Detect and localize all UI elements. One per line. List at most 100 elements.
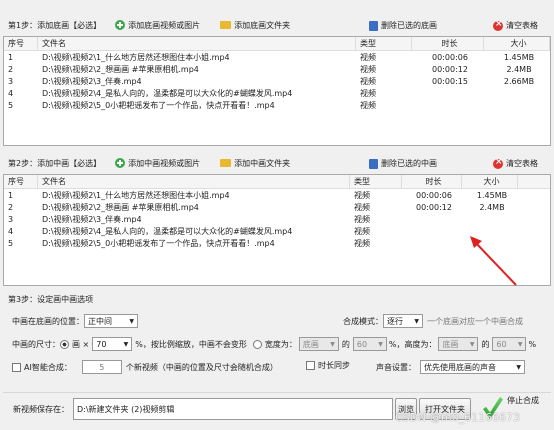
- table-row[interactable]: 1 D:\视频\视频2\1_什么地方居然还想图住本小姐.mp4 视频 00:00:06…: [4, 51, 550, 63]
- col-index[interactable]: 序号: [4, 37, 38, 50]
- col-size[interactable]: 大小: [462, 175, 518, 188]
- chevron-down-icon: ▼: [414, 317, 419, 325]
- sound-row: 声音设置： 优先使用底画的声音 ▼: [376, 360, 525, 374]
- ai-hint: 个新视频（中画的位置及尺寸会随机合成）: [125, 362, 278, 372]
- col-filename[interactable]: 文件名: [38, 175, 350, 188]
- sync-checkbox[interactable]: [306, 361, 315, 370]
- col-type[interactable]: 类型: [356, 37, 412, 50]
- size-row: 中画的尺寸： 画 × 70 ▼ %，按比例缩放，中画不会变形 宽度为： 底画 ▼ 的…: [12, 337, 536, 351]
- cell-size: 1.45MB: [476, 190, 508, 200]
- cell-no: 2: [8, 202, 14, 212]
- cell-name: D:\视频\视频2\5_0小耙耙谣发布了一个作品，快点开看看！.mp4: [42, 100, 275, 110]
- size-ratio-radio[interactable]: [60, 339, 69, 349]
- mode-select[interactable]: 逐行 ▼: [383, 314, 423, 328]
- cell-no: 5: [8, 238, 14, 248]
- cell-name: D:\视频\视频2\1_什么地方居然还想图住本小姐.mp4: [42, 190, 230, 200]
- cell-type: 视频: [354, 214, 370, 224]
- cell-no: 1: [8, 52, 14, 62]
- size-mode-text: 画 ×: [72, 339, 90, 349]
- sound-select[interactable]: 优先使用底画的声音 ▼: [420, 360, 525, 374]
- table-header: 序号 文件名 类型 时长 大小: [4, 37, 550, 51]
- clear-icon: [493, 157, 503, 169]
- cell-name: D:\视频\视频2\3_伴奏.mp4: [42, 76, 142, 86]
- sync-label: 时长同步: [318, 361, 350, 370]
- width-ref-select[interactable]: 底画 ▼: [298, 337, 339, 351]
- save-section: 新视频保存在： D:\新建文件夹 (2)视频剪辑 浏览 打开文件夹 停止合成 C…: [3, 392, 551, 426]
- base-file-table[interactable]: 序号 文件名 类型 时长 大小 1 D:\视频\视频2\1_什么地方居然还想图住本…: [3, 36, 551, 146]
- clear-table-button-1[interactable]: 清空表格: [493, 19, 538, 31]
- overlay-file-table[interactable]: 序号 文件名 类型 时长 大小 1 D:\视频\视频2\1_什么地方居然还想图住本…: [3, 174, 551, 286]
- height-percent-select[interactable]: 60 ▼: [492, 337, 527, 351]
- chevron-down-icon: ▼: [129, 317, 134, 325]
- folder-icon: [220, 159, 232, 167]
- table-row[interactable]: 5 D:\视频\视频2\5_0小耙耙谣发布了一个作品，快点开看看！.mp4 视频: [4, 99, 550, 111]
- cell-name: D:\视频\视频2\1_什么地方居然还想图住本小姐.mp4: [42, 52, 230, 62]
- save-path-input[interactable]: D:\新建文件夹 (2)视频剪辑: [73, 398, 393, 420]
- stop-compose-button[interactable]: 停止合成: [507, 396, 547, 405]
- col-duration[interactable]: 时长: [412, 37, 484, 50]
- cell-size: 2.4MB: [506, 64, 532, 74]
- step1-label: 第1步：添加底画【必选】: [8, 20, 102, 30]
- add-base-video-button[interactable]: 添加底画视频或图片: [115, 20, 200, 31]
- position-label: 中画在底画的位置：: [12, 316, 84, 326]
- ai-count-input[interactable]: 5: [81, 360, 122, 374]
- ai-checkbox[interactable]: [12, 362, 21, 372]
- cell-type: 视频: [360, 88, 376, 98]
- sync-row: 时长同步: [306, 360, 350, 371]
- table-row[interactable]: 3 D:\视频\视频2\3_伴奏.mp4 视频 00:00:15 2.66MB: [4, 75, 550, 87]
- height-ref-select[interactable]: 底画 ▼: [438, 337, 479, 351]
- delete-selected-base-button[interactable]: 删除已选的底画: [369, 20, 437, 31]
- chevron-down-icon: ▼: [516, 363, 521, 371]
- height-unit-text: %: [528, 339, 537, 349]
- width-label: 宽度为：: [264, 339, 297, 349]
- step1-toolbar: 第1步：添加底画【必选】 添加底画视频或图片 添加底画文件夹 删除已选的底画 清…: [3, 14, 551, 36]
- clear-table-button-2[interactable]: 清空表格: [493, 157, 538, 169]
- col-index[interactable]: 序号: [4, 175, 38, 188]
- cell-size: 2.4MB: [479, 202, 505, 212]
- trash-icon: [369, 20, 378, 31]
- watermark-text: CSDN @m0_61166673: [395, 411, 521, 424]
- col-filename[interactable]: 文件名: [38, 37, 356, 50]
- height-label: %，高度为：: [388, 339, 437, 349]
- size-ratio-select[interactable]: 70 ▼: [92, 337, 133, 351]
- add-overlay-video-button[interactable]: 添加中画视频或图片: [115, 158, 200, 169]
- step3-section: 第3步：设定画中画选项 中画在底画的位置： 正中间 ▼ 合成模式： 逐行 ▼ 一个底…: [3, 290, 551, 388]
- cell-no: 5: [8, 100, 14, 110]
- chevron-down-icon: ▼: [517, 340, 523, 348]
- table-row[interactable]: 1 D:\视频\视频2\1_什么地方居然还想图住本小姐.mp4 视频 00:00:06…: [4, 189, 550, 201]
- size-unit-text: %，按比例缩放，中画不会变形: [135, 339, 247, 349]
- step2-section: 第2步：添加中画【必选】 添加中画视频或图片 添加中画文件夹 删除已选的中画 清…: [3, 152, 551, 286]
- add-base-folder-button[interactable]: 添加底画文件夹: [220, 20, 290, 31]
- add-overlay-folder-button[interactable]: 添加中画文件夹: [220, 158, 290, 169]
- col-type[interactable]: 类型: [350, 175, 402, 188]
- chevron-down-icon: ▼: [469, 340, 475, 348]
- width-of-text: 的: [341, 339, 350, 349]
- delete-selected-overlay-button[interactable]: 删除已选的中画: [369, 158, 437, 169]
- chevron-down-icon: ▼: [123, 340, 129, 348]
- save-label: 新视频保存在：: [13, 405, 69, 414]
- height-of-text: 的: [481, 339, 490, 349]
- table-row[interactable]: 2 D:\视频\视频2\2_想画画 #苹果原相机.mp4 视频 00:00:12 2.4…: [4, 201, 550, 213]
- chevron-down-icon: ▼: [330, 340, 335, 348]
- mode-label: 合成模式：: [343, 316, 383, 326]
- position-select[interactable]: 正中间 ▼: [84, 314, 138, 328]
- col-size[interactable]: 大小: [484, 37, 550, 50]
- col-duration[interactable]: 时长: [402, 175, 462, 188]
- custom-size-radio[interactable]: [252, 339, 262, 349]
- cell-dur: 00:00:06: [432, 52, 468, 62]
- step2-label: 第2步：添加中画【必选】: [8, 158, 102, 168]
- cell-type: 视频: [360, 76, 376, 86]
- cell-no: 2: [8, 64, 14, 74]
- cell-type: 视频: [354, 190, 370, 200]
- sound-label: 声音设置：: [376, 362, 416, 372]
- cell-name: D:\视频\视频2\4_是私人向的，温柔都是可以大众化的#蝴蝶发风.mp4: [42, 226, 293, 236]
- table-row[interactable]: 4 D:\视频\视频2\4_是私人向的，温柔都是可以大众化的#蝴蝶发风.mp4 视频: [4, 87, 550, 99]
- chevron-down-icon: ▼: [378, 340, 383, 348]
- cell-dur: 00:00:06: [416, 190, 452, 200]
- table-row[interactable]: 2 D:\视频\视频2\2_想画画 #苹果原相机.mp4 视频 00:00:12 2.4…: [4, 63, 550, 75]
- cell-name: D:\视频\视频2\5_0小耙耙谣发布了一个作品，快点开看看！.mp4: [42, 238, 275, 248]
- step2-toolbar: 第2步：添加中画【必选】 添加中画视频或图片 添加中画文件夹 删除已选的中画 清…: [3, 152, 551, 174]
- width-percent-select[interactable]: 60 ▼: [352, 337, 387, 351]
- position-row: 中画在底画的位置： 正中间 ▼: [12, 314, 138, 328]
- table-row[interactable]: 3 D:\视频\视频2\3_伴奏.mp4 视频: [4, 213, 550, 225]
